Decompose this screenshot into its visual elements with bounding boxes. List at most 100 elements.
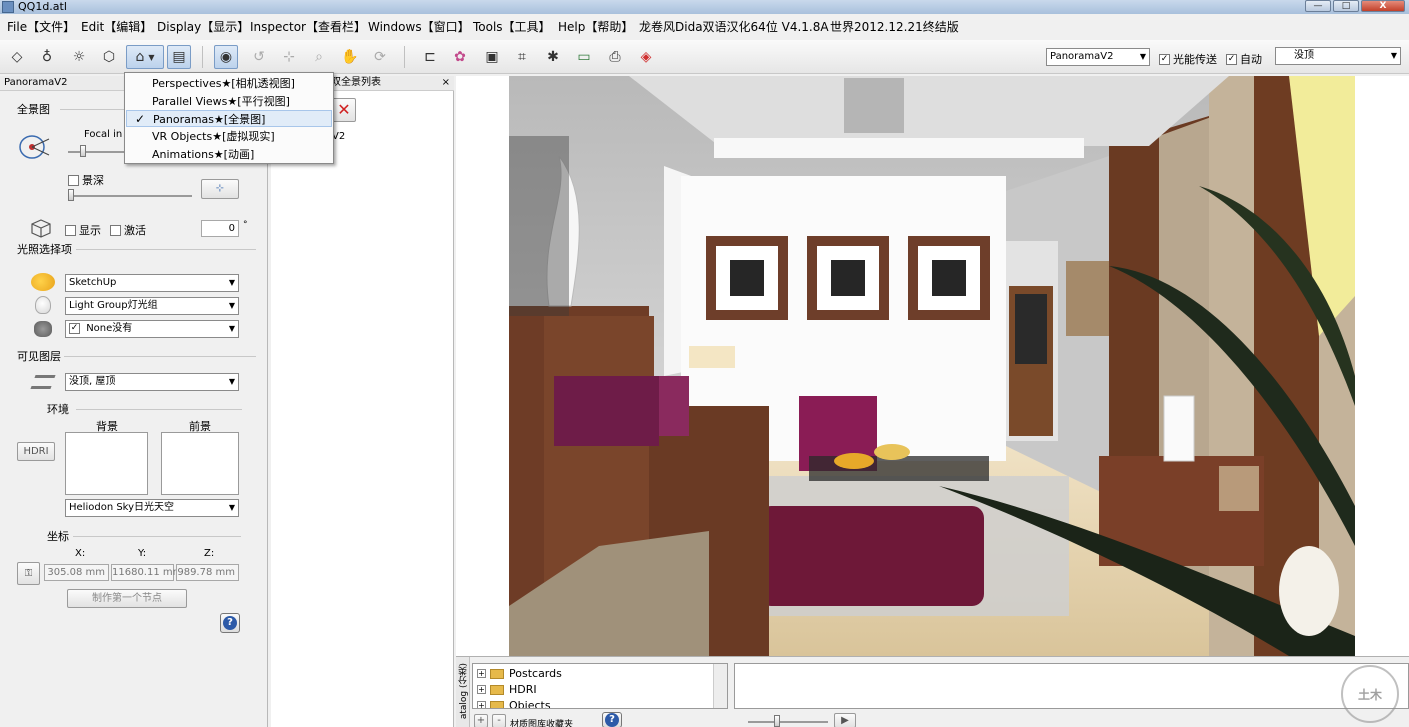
menu-windows[interactable]: Windows【窗口】 [368, 19, 470, 35]
zoom-slider-thumb[interactable] [774, 715, 780, 727]
menu-tools[interactable]: Tools【工具】 [473, 19, 551, 35]
help-button[interactable]: ? [220, 613, 240, 633]
tree-item-postcards[interactable]: + Postcards [477, 666, 562, 681]
environment-title: 环境 [47, 403, 69, 416]
menu-version-info[interactable]: 龙卷风Dida双语汉化64位 V4.1.8A [639, 19, 829, 35]
lighting-section-title: 光照选择项 [17, 243, 72, 256]
z-coordinate-field[interactable]: 989.78 mm [176, 564, 239, 581]
expand-icon[interactable]: + [477, 669, 486, 678]
panorama-render-icon[interactable]: ◉ [214, 45, 238, 69]
catalog-tab[interactable]: atalog (分类) [456, 657, 470, 727]
rotate-icon[interactable]: ⟳ [368, 45, 392, 69]
checkbox-box [110, 224, 121, 236]
pan-icon[interactable]: ⊹ [277, 45, 301, 69]
angle-input[interactable]: 0 [201, 220, 239, 237]
palette-icon[interactable]: ✿ [448, 45, 472, 69]
export-icon[interactable]: ⎙ [603, 45, 627, 69]
catalog-preview-area[interactable] [734, 663, 1409, 709]
x-coordinate-field[interactable]: 305.08 mm [44, 564, 109, 581]
foreground-preview[interactable] [161, 432, 239, 495]
play-button[interactable]: ▶ [834, 713, 856, 727]
camera-select[interactable]: PanoramaV2 ▼ [1046, 48, 1150, 66]
delete-icon: ✕ [337, 100, 351, 119]
menu-item-animations[interactable]: Animations★[动画] [126, 146, 332, 163]
menu-item-vr-objects[interactable]: VR Objects★[虚拟现实] [126, 128, 332, 145]
menu-item-parallel-views[interactable]: Parallel Views★[平行视图] [126, 93, 332, 110]
object-icon[interactable]: ⬡ [97, 45, 121, 69]
light-bulb-icon[interactable]: ♁ [35, 45, 59, 69]
light-group-select[interactable]: Light Group灯光组 ▼ [65, 297, 239, 315]
divider [64, 356, 256, 357]
lock-button[interactable]: ⚿ [17, 562, 40, 585]
zoom-icon[interactable]: ⌕ [307, 45, 331, 69]
divider [73, 536, 241, 537]
help-icon: ? [223, 616, 237, 630]
menu-edit[interactable]: Edit【编辑】 [81, 19, 152, 35]
tree-item-hdri[interactable]: + HDRI [477, 682, 537, 697]
radiosity-checkbox[interactable]: ✓ 光能传送 [1159, 51, 1217, 67]
toolbar-separator [202, 46, 203, 68]
y-coordinate-field[interactable]: 11680.11 mm [111, 564, 182, 581]
crop-icon[interactable]: ⊏ [418, 45, 442, 69]
add-button[interactable]: + [474, 714, 488, 727]
menu-edition-info[interactable]: 世界2012.12.21终结版 [830, 19, 959, 35]
chevron-down-icon: ▼ [228, 377, 235, 386]
layers-select[interactable]: 没顶, 屋顶 ▼ [65, 373, 239, 391]
dof-slider-thumb[interactable] [68, 189, 74, 201]
sun-select[interactable]: SketchUp ▼ [65, 274, 239, 292]
expand-icon[interactable]: + [477, 685, 486, 694]
tree-scrollbar[interactable] [713, 664, 727, 708]
close-icon[interactable]: × [442, 76, 450, 90]
render-viewport[interactable] [456, 76, 1409, 656]
menu-file[interactable]: File【文件】 [7, 19, 75, 35]
sky-select[interactable]: Heliodon Sky日光天空 ▼ [65, 499, 239, 517]
hdri-button[interactable]: HDRI [17, 442, 55, 461]
menu-item-perspectives[interactable]: Perspectives★[相机透视图] [126, 75, 332, 92]
expand-icon[interactable]: + [477, 701, 486, 708]
show-checkbox[interactable]: 显示 [65, 222, 101, 238]
tree-item-objects[interactable]: + Objects [477, 698, 551, 708]
title-bar: QQ1d.atl — □ X [0, 0, 1409, 14]
delete-panorama-button[interactable]: ✕ [332, 98, 356, 122]
menu-display[interactable]: Display【显示】 [157, 19, 249, 35]
dof-checkbox[interactable]: 景深 [68, 172, 104, 188]
object-light-select[interactable]: ✓ None没有 ▼ [65, 320, 239, 338]
sketchup-icon[interactable]: ◈ [634, 45, 658, 69]
catalog-tree[interactable]: + Postcards + HDRI + Objects [472, 663, 728, 709]
select-tool-icon[interactable]: ◇ [5, 45, 29, 69]
sun-icon[interactable]: ☼ [67, 45, 91, 69]
target-icon: ⊹ [215, 183, 225, 194]
image-icon[interactable]: ▭ [572, 45, 596, 69]
maximize-button[interactable]: □ [1333, 0, 1359, 12]
sun-icon [31, 273, 55, 291]
view-layer-select[interactable]: 没顶 ▼ [1275, 47, 1401, 65]
camera-type-button[interactable]: ⌂ ▼ [126, 45, 164, 69]
hand-icon[interactable]: ✋ [338, 45, 362, 69]
menu-item-panoramas[interactable]: ✓ Panoramas★[全景图] [126, 110, 332, 127]
check-icon: ✓ [135, 112, 146, 126]
make-first-node-button[interactable]: 制作第一个节点 [67, 589, 187, 608]
favorites-label: 材质图库收藏夹 [510, 720, 574, 727]
focus-target-button[interactable]: ⊹ [201, 179, 239, 199]
menu-item-label: Panoramas★[全景图] [153, 113, 266, 126]
menu-help[interactable]: Help【帮助】 [558, 19, 633, 35]
minimize-button[interactable]: — [1305, 0, 1331, 12]
active-checkbox[interactable]: 激活 [110, 222, 146, 238]
visible-layers-title: 可见图层 [17, 350, 61, 363]
remove-button[interactable]: - [492, 714, 506, 727]
frame-icon[interactable]: ⌗ [510, 45, 534, 69]
render-icon[interactable]: ▣ [480, 45, 504, 69]
folder-icon [490, 684, 504, 695]
menu-item-label: VR Objects★[虚拟现实] [152, 130, 275, 143]
panel-icon[interactable]: ▤ [167, 45, 191, 69]
background-preview[interactable] [65, 432, 148, 495]
menu-inspector[interactable]: Inspector【查看栏】 [250, 19, 366, 35]
catalog-help-button[interactable]: ? [602, 712, 622, 727]
close-button[interactable]: X [1361, 0, 1405, 12]
chevron-down-icon: ▼ [148, 52, 155, 62]
orbit-icon[interactable]: ↺ [247, 45, 271, 69]
chevron-down-icon: ▼ [228, 278, 235, 287]
gear-icon[interactable]: ✱ [541, 45, 565, 69]
auto-checkbox[interactable]: ✓ 自动 [1226, 51, 1262, 67]
focal-slider-thumb[interactable] [80, 145, 86, 157]
